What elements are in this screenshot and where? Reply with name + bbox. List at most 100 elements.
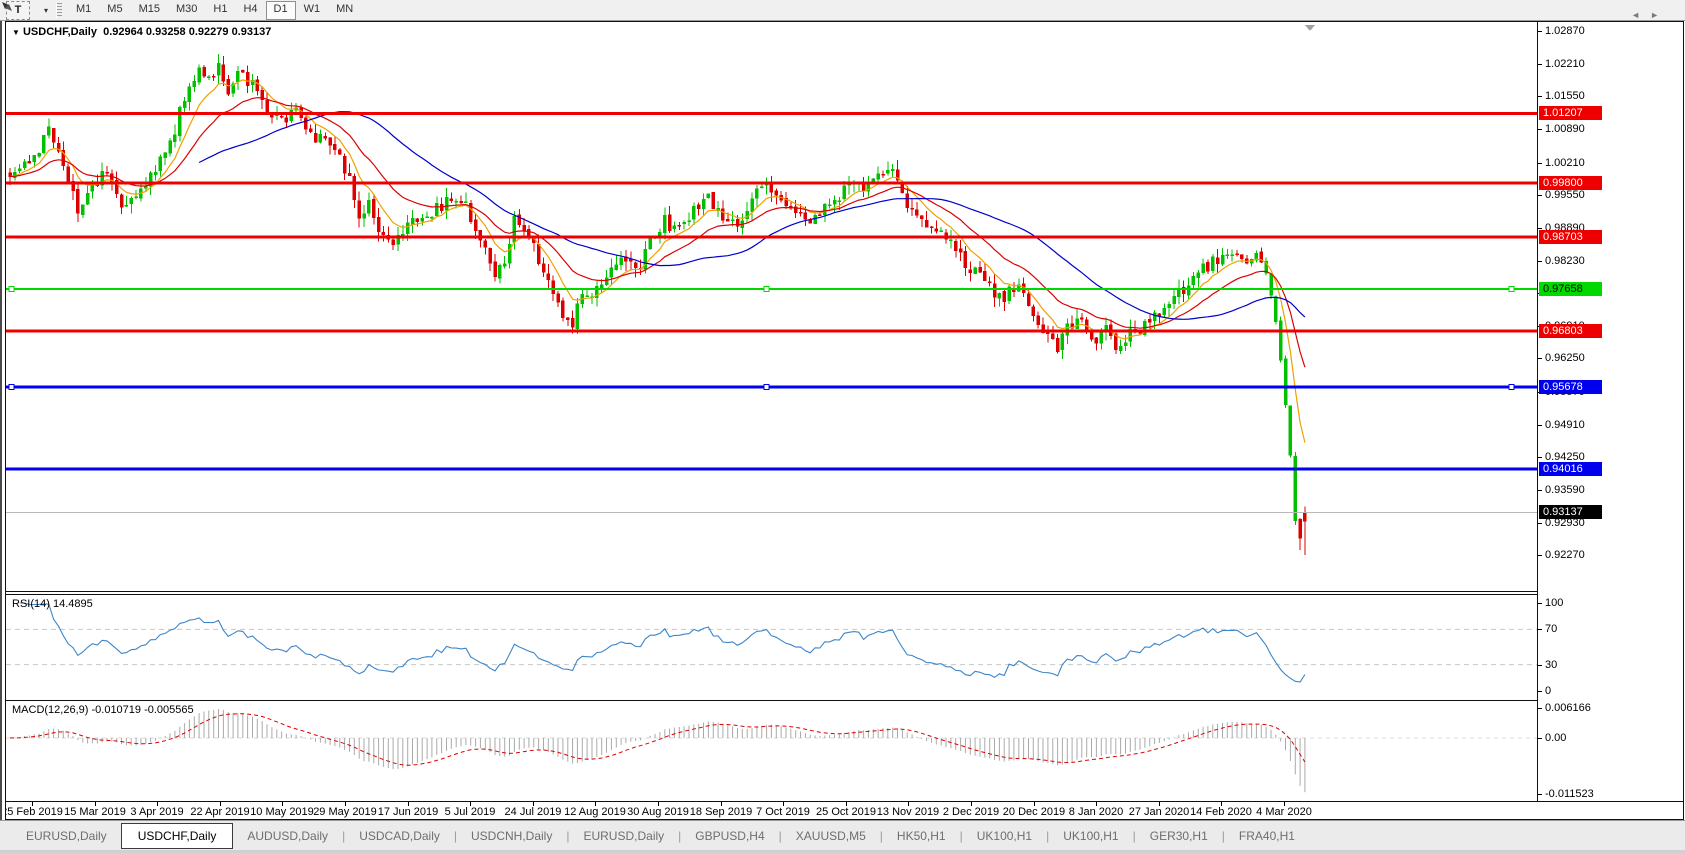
rsi-panel: RSI(14) 14.4895 <box>6 594 1683 698</box>
macd-chart-surface[interactable] <box>6 701 1537 801</box>
price-tick-label: 0.92270 <box>1545 549 1585 561</box>
tab-fra40-h1[interactable]: FRA40,H1 <box>1225 824 1309 848</box>
price-tick-mark <box>1538 163 1542 164</box>
price-tick-mark <box>1538 31 1542 32</box>
rsi-tick-label: 30 <box>1545 659 1558 671</box>
window-left-edge <box>0 21 2 850</box>
timeframe-button-H1[interactable]: H1 <box>205 1 235 18</box>
toolbar-grip-handle[interactable] <box>56 2 63 18</box>
price-tick-label: 0.96250 <box>1545 352 1585 364</box>
price-panel: ▼ USDCHF,Daily 0.92964 0.93258 0.92279 0… <box>6 22 1683 592</box>
tab-usdcnh-daily[interactable]: USDCNH,Daily <box>457 824 566 848</box>
tab-usdchf-daily[interactable]: USDCHF,Daily <box>120 822 234 849</box>
chart-title: ▼ USDCHF,Daily 0.92964 0.93258 0.92279 0… <box>12 26 271 38</box>
price-level-badge: 0.96803 <box>1539 324 1602 338</box>
rsi-value: 14.4895 <box>52 598 93 610</box>
tab-xauusd-m5[interactable]: XAUUSD,M5 <box>782 824 880 848</box>
hline-handle[interactable] <box>763 285 770 292</box>
price-tick-label: 1.01550 <box>1545 90 1585 102</box>
date-label: 17 Jun 2019 <box>377 806 439 818</box>
symbol-menu-arrow-icon[interactable]: ▼ <box>12 28 20 37</box>
price-tick-label: 1.00210 <box>1545 157 1585 169</box>
macd-header: MACD(12,26,9) -0.010719 -0.005565 <box>12 704 194 716</box>
cursor-tool-button[interactable] <box>2 2 41 19</box>
rsi-tick-label: 0 <box>1545 685 1552 697</box>
price-level-badge: 0.99800 <box>1539 176 1602 190</box>
tab-hk50-h1[interactable]: HK50,H1 <box>883 824 960 848</box>
price-tick-label: 1.00890 <box>1545 123 1585 135</box>
price-tick-mark <box>1538 555 1542 556</box>
tab-audusd-daily[interactable]: AUDUSD,Daily <box>233 824 342 848</box>
date-label: 12 Aug 2019 <box>564 806 626 818</box>
current-price-badge: 0.93137 <box>1539 505 1602 519</box>
rsi-tick-mark <box>1538 603 1542 604</box>
tab-scroll-right-icon[interactable]: ► <box>1650 10 1669 20</box>
chart-window: ▼ USDCHF,Daily 0.92964 0.93258 0.92279 0… <box>5 21 1684 820</box>
tab-eurusd-daily[interactable]: EURUSD,Daily <box>569 824 678 848</box>
tab-usdcad-daily[interactable]: USDCAD,Daily <box>345 824 454 848</box>
dropdown-caret-icon[interactable]: ▾ <box>44 6 48 15</box>
candles-group <box>8 54 1307 555</box>
macd-tick-mark <box>1538 794 1542 795</box>
tab-uk100-h1[interactable]: UK100,H1 <box>963 824 1046 848</box>
date-label: 29 May 2019 <box>313 806 377 818</box>
tab-uk100-h1[interactable]: UK100,H1 <box>1049 824 1132 848</box>
rsi-line <box>19 602 1306 683</box>
date-label: 13 Nov 2019 <box>876 806 940 818</box>
date-label: 8 Jan 2020 <box>1068 806 1124 818</box>
macd-tick-mark <box>1538 708 1542 709</box>
tab-scroll-left-icon[interactable]: ◄ <box>1631 10 1650 20</box>
price-chart-surface[interactable] <box>6 22 1537 592</box>
price-tick-mark <box>1538 490 1542 491</box>
price-level-badge: 0.98703 <box>1539 230 1602 244</box>
macd-main-value: -0.010719 <box>91 704 142 716</box>
date-label: 5 Jul 2019 <box>444 806 496 818</box>
price-tick-mark <box>1538 228 1542 229</box>
timeframe-button-M1[interactable]: M1 <box>68 1 99 18</box>
ohlc-low: 0.92279 <box>188 26 229 38</box>
hline-handle[interactable] <box>1508 285 1515 292</box>
time-axis: 25 Feb 2019 15 Mar 2019 3 Apr 2019 22 Apr 2… <box>6 801 1683 819</box>
tab-gbpusd-h4[interactable]: GBPUSD,H4 <box>681 824 778 848</box>
hline-handle[interactable] <box>1508 383 1515 390</box>
macd-tick-mark <box>1538 738 1542 739</box>
date-label: 18 Sep 2019 <box>689 806 753 818</box>
macd-panel: MACD(12,26,9) -0.010719 -0.005565 <box>6 700 1683 801</box>
timeframe-button-MN[interactable]: MN <box>328 1 361 18</box>
timeframe-button-H4[interactable]: H4 <box>235 1 265 18</box>
macd-tick-label: -0.011523 <box>1545 788 1594 800</box>
price-level-badge: 0.95678 <box>1539 380 1602 394</box>
date-label: 20 Dec 2019 <box>1002 806 1066 818</box>
hline-handle[interactable] <box>763 383 770 390</box>
date-label: 25 Oct 2019 <box>816 806 876 818</box>
price-tick-label: 0.94910 <box>1545 419 1585 431</box>
date-label: 24 Jul 2019 <box>504 806 562 818</box>
price-axis: 1.02870 1.02210 1.01550 1.00890 1.00210 0.995… <box>1537 22 1683 801</box>
hline-handle[interactable] <box>8 285 15 292</box>
date-label: 15 Mar 2019 <box>64 806 126 818</box>
timeframe-button-M30[interactable]: M30 <box>168 1 205 18</box>
rsi-chart-surface[interactable] <box>6 595 1537 698</box>
date-label: 14 Feb 2020 <box>1190 806 1252 818</box>
timeframe-button-M15[interactable]: M15 <box>131 1 168 18</box>
macd-signal-value: -0.005565 <box>144 704 194 716</box>
price-tick-mark <box>1538 195 1542 196</box>
chart-shift-marker-icon[interactable] <box>1305 25 1315 31</box>
toolbar: T ▾ M1 M5 M15 M30 H1 H4 D1 W1 MN <box>0 0 1685 21</box>
ohlc-high: 0.93258 <box>145 26 186 38</box>
timeframe-button-M5[interactable]: M5 <box>99 1 130 18</box>
tab-ger30-h1[interactable]: GER30,H1 <box>1136 824 1222 848</box>
date-label: 7 Oct 2019 <box>756 806 810 818</box>
date-label: 4 Mar 2020 <box>1256 806 1312 818</box>
price-tick-mark <box>1538 457 1542 458</box>
price-level-badge: 1.01207 <box>1539 106 1602 120</box>
chart-tab-bar: EURUSD,Daily USDCHF,Daily AUDUSD,Daily | USD… <box>0 820 1685 850</box>
ohlc-open: 0.92964 <box>103 26 143 38</box>
timeframe-button-W1[interactable]: W1 <box>296 1 329 18</box>
timeframe-button-D1[interactable]: D1 <box>265 0 296 20</box>
rsi-tick-label: 70 <box>1545 623 1558 635</box>
rsi-tick-label: 100 <box>1545 597 1564 609</box>
hline-handle[interactable] <box>8 383 15 390</box>
tab-eurusd-daily[interactable]: EURUSD,Daily <box>12 824 121 848</box>
price-level-badge: 0.94016 <box>1539 462 1602 476</box>
